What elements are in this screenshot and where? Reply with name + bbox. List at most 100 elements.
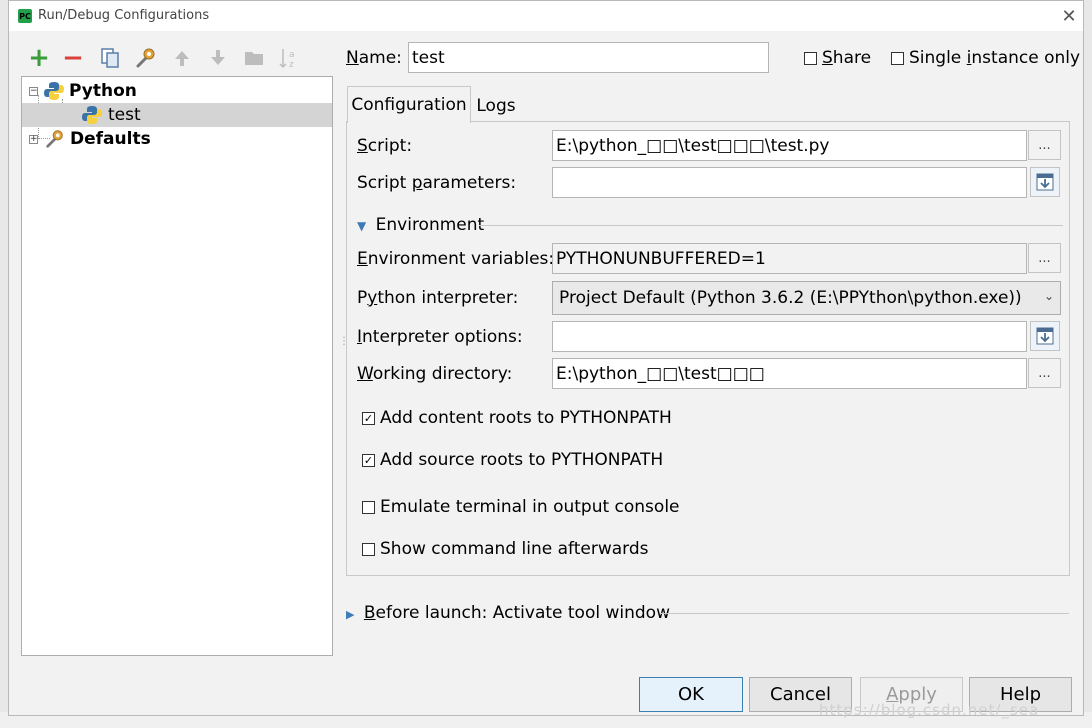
- tree-node-python[interactable]: − Python: [22, 79, 332, 103]
- add-source-roots-label: Add source roots to PYTHONPATH: [380, 450, 664, 470]
- ok-button[interactable]: OK: [639, 677, 743, 712]
- section-divider: [479, 225, 1063, 226]
- tree-node-defaults[interactable]: + Defaults: [22, 127, 332, 151]
- environment-header-label: Environment: [375, 215, 485, 235]
- edit-defaults-button[interactable]: [133, 45, 159, 71]
- interpreter-options-label: Interpreter options:: [357, 327, 523, 347]
- collapse-icon[interactable]: −: [29, 87, 38, 96]
- name-label-mnemonic: N: [346, 48, 359, 68]
- share-label: Share: [822, 48, 871, 68]
- share-checkbox-box[interactable]: [804, 51, 817, 65]
- chevron-down-icon: ⌄: [1043, 289, 1054, 303]
- before-launch-label: Before launch: Activate tool window: [364, 603, 670, 623]
- share-label-mnemonic: S: [822, 48, 833, 68]
- working-directory-input[interactable]: E:\python_□□\test□□□: [552, 358, 1027, 389]
- arrow-down-icon: [211, 50, 225, 65]
- python-interpreter-select[interactable]: Project Default (Python 3.6.2 (E:\PPYtho…: [552, 281, 1061, 315]
- create-folder-button[interactable]: [241, 45, 267, 71]
- tree-node-test-label: test: [108, 105, 141, 125]
- interpreter-options-input[interactable]: [552, 321, 1027, 352]
- script-parameters-label-mnemonic: p: [411, 173, 423, 193]
- show-command-line-checkbox-box[interactable]: [362, 542, 375, 556]
- add-content-roots-checkbox[interactable]: ✓ Add content roots to PYTHONPATH: [362, 408, 672, 428]
- watermark-text: https://blog.csdn.net/_sea: [819, 701, 1040, 719]
- single-instance-label-rest: nstance only: [971, 48, 1081, 68]
- share-checkbox[interactable]: Share: [804, 48, 871, 68]
- before-launch-label-text: efore launch: Activate tool window: [375, 603, 670, 623]
- environment-variables-field[interactable]: PYTHONUNBUFFERED=1: [552, 243, 1027, 274]
- add-configuration-button[interactable]: +: [26, 43, 52, 73]
- name-input[interactable]: test: [408, 42, 769, 73]
- add-source-roots-checkbox[interactable]: ✓ Add source roots to PYTHONPATH: [362, 450, 663, 470]
- python-interpreter-label-mnemonic: y: [367, 288, 378, 308]
- tree-node-test[interactable]: test: [22, 103, 332, 127]
- before-launch-label-mnemonic: B: [363, 603, 376, 623]
- emulate-terminal-checkbox[interactable]: Emulate terminal in output console: [362, 497, 680, 517]
- emulate-terminal-label: Emulate terminal in output console: [380, 497, 680, 517]
- pycharm-app-icon: PC: [18, 9, 32, 23]
- working-directory-label-mnemonic: W: [357, 364, 373, 384]
- before-launch-section-header[interactable]: ▶ Before launch: Activate tool window: [346, 603, 670, 623]
- python-interpreter-label-pre: P: [357, 288, 368, 308]
- svg-text:z: z: [289, 60, 294, 70]
- folder-icon: [245, 52, 263, 65]
- configurations-tree[interactable]: − Python test + Defaults: [21, 76, 333, 656]
- python-icon: [82, 106, 102, 124]
- triangle-down-icon: ▼: [357, 219, 367, 233]
- script-label: Script:: [357, 136, 412, 156]
- script-parameters-label-pre: Script: [357, 173, 412, 193]
- tree-node-python-label: Python: [69, 81, 137, 101]
- close-button[interactable]: ✕: [1055, 3, 1083, 29]
- add-content-roots-checkbox-box[interactable]: ✓: [362, 411, 375, 425]
- minus-icon: −: [62, 43, 84, 73]
- script-label-mnemonic: S: [357, 136, 368, 156]
- python-icon: [44, 82, 64, 100]
- script-parameters-input[interactable]: [552, 167, 1027, 198]
- insert-macro-icon: [1036, 327, 1054, 345]
- single-instance-checkbox-box[interactable]: [891, 51, 904, 65]
- insert-macro-icon: [1036, 173, 1054, 191]
- browse-working-directory-button[interactable]: ...: [1028, 358, 1061, 388]
- script-path-input[interactable]: E:\python_□□\test□□□\test.py: [552, 130, 1027, 161]
- show-command-line-label: Show command line afterwards: [380, 539, 649, 559]
- move-up-button[interactable]: [169, 45, 195, 71]
- edit-environment-variables-button[interactable]: ...: [1028, 243, 1061, 273]
- name-label: Name:: [346, 48, 402, 68]
- interpreter-options-label-text: nterpreter options:: [362, 327, 523, 347]
- move-down-button[interactable]: [205, 45, 231, 71]
- wrench-icon: [136, 48, 155, 68]
- remove-configuration-button[interactable]: −: [60, 43, 86, 73]
- wrench-icon: [46, 130, 63, 148]
- environment-section-header[interactable]: ▼ Environment: [357, 215, 484, 235]
- script-label-text: cript:: [367, 136, 413, 156]
- window-title: Run/Debug Configurations: [38, 8, 210, 23]
- single-instance-checkbox[interactable]: Single instance only: [891, 48, 1080, 68]
- sort-button[interactable]: a z: [277, 45, 303, 71]
- browse-script-button[interactable]: ...: [1028, 130, 1061, 160]
- expand-script-parameters-button[interactable]: [1030, 167, 1060, 197]
- add-content-roots-label: Add content roots to PYTHONPATH: [380, 408, 672, 428]
- script-parameters-label: Script parameters:: [357, 173, 516, 193]
- add-source-roots-checkbox-box[interactable]: ✓: [362, 453, 375, 467]
- tab-logs[interactable]: Logs: [473, 90, 519, 121]
- working-directory-label-text: orking directory:: [372, 364, 513, 384]
- triangle-right-icon: ▶: [346, 608, 355, 621]
- splitter-handle[interactable]: ⋮: [339, 336, 349, 356]
- tab-configuration[interactable]: Configuration: [347, 86, 471, 123]
- tree-node-defaults-label: Defaults: [70, 129, 151, 149]
- python-interpreter-label: Python interpreter:: [357, 288, 518, 308]
- share-label-text: hare: [832, 48, 872, 68]
- title-bar: PC Run/Debug Configurations ✕: [9, 1, 1083, 31]
- copy-configuration-button[interactable]: [97, 45, 123, 71]
- emulate-terminal-checkbox-box[interactable]: [362, 500, 375, 514]
- plus-icon: +: [28, 43, 50, 73]
- python-interpreter-label-rest: thon interpreter:: [377, 288, 519, 308]
- environment-variables-label-mnemonic: E: [357, 249, 368, 269]
- expand-icon[interactable]: +: [29, 135, 38, 144]
- background-ide-right: [1084, 0, 1092, 728]
- svg-text:a: a: [289, 50, 295, 60]
- expand-interpreter-options-button[interactable]: [1030, 321, 1060, 351]
- environment-variables-label-text: nvironment variables:: [367, 249, 555, 269]
- show-command-line-checkbox[interactable]: Show command line afterwards: [362, 539, 649, 559]
- script-parameters-label-rest: arameters:: [422, 173, 517, 193]
